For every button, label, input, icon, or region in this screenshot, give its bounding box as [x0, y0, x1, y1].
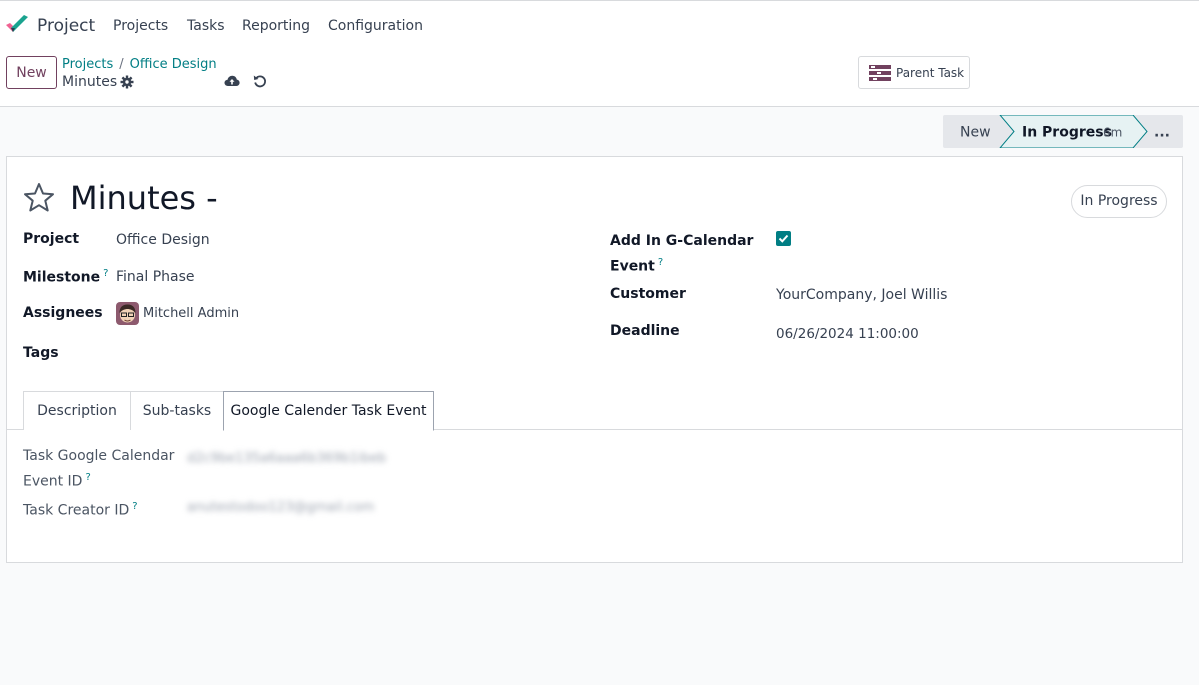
breadcrumb-office-design[interactable]: Office Design	[130, 57, 217, 72]
creator-id-label: Task Creator ID?	[23, 496, 138, 522]
tab-description[interactable]: Description	[23, 391, 131, 430]
gcal-help-icon[interactable]: ?	[658, 257, 663, 268]
tags-field[interactable]	[116, 341, 356, 365]
breadcrumb-separator: /	[119, 57, 124, 72]
milestone-field[interactable]: Final Phase	[116, 269, 195, 285]
project-field[interactable]: Office Design	[116, 232, 210, 248]
star-icon[interactable]	[23, 182, 55, 212]
milestone-help-icon[interactable]: ?	[103, 268, 108, 279]
stage-new-label: New	[960, 125, 991, 141]
creator-id-help-icon[interactable]: ?	[132, 501, 137, 512]
tab-google-calendar-event[interactable]: Google Calender Task Event	[223, 391, 434, 431]
event-id-help-icon[interactable]: ?	[85, 472, 90, 483]
customer-label: Customer	[610, 286, 686, 302]
gcal-event-label: Add In G-Calendar Event?	[610, 231, 753, 278]
tab-sub-tasks[interactable]: Sub-tasks	[130, 391, 224, 430]
nav-configuration[interactable]: Configuration	[328, 18, 423, 34]
event-id-label-line1: Task Google Calendar	[23, 448, 175, 464]
gear-icon[interactable]	[120, 75, 134, 89]
stage-in-progress[interactable]: In Progress 6m	[999, 115, 1148, 148]
task-title[interactable]: Minutes -	[70, 179, 218, 217]
event-id-label: Task Google Calendar Event ID?	[23, 446, 174, 493]
new-button[interactable]: New	[6, 56, 57, 89]
gcal-label-line2: Event	[610, 258, 655, 275]
cloud-upload-icon[interactable]	[224, 74, 240, 88]
creator-id-field[interactable]: anutestodoo123@gmail.com	[187, 500, 374, 515]
avatar	[116, 302, 139, 325]
record-name: Minutes	[62, 74, 118, 90]
nav-reporting[interactable]: Reporting	[242, 18, 310, 34]
creator-id-label-text: Task Creator ID	[23, 502, 130, 519]
parent-task-label: Parent Task	[896, 66, 965, 80]
deadline-label: Deadline	[610, 323, 680, 339]
stage-duration: 6m	[1103, 126, 1122, 140]
nav-projects[interactable]: Projects	[113, 18, 168, 34]
gcal-label-line1: Add In G-Calendar	[610, 233, 754, 249]
stage-in-progress-label: In Progress	[1022, 125, 1112, 141]
breadcrumb: Projects / Office Design	[62, 57, 217, 72]
discard-icon[interactable]	[253, 74, 267, 88]
state-badge[interactable]: In Progress	[1071, 185, 1167, 218]
breadcrumb-projects[interactable]: Projects	[62, 57, 113, 72]
customer-field[interactable]: YourCompany, Joel Willis	[776, 287, 947, 303]
assignee-name[interactable]: Mitchell Admin	[143, 306, 239, 321]
stage-more-button[interactable]: ...	[1154, 125, 1170, 141]
milestone-label-text: Milestone	[23, 269, 101, 286]
tags-label: Tags	[23, 345, 59, 361]
parent-task-button[interactable]: Parent Task	[858, 56, 970, 89]
control-panel: New Projects / Office Design Minutes Paren…	[0, 51, 1199, 107]
project-label: Project	[23, 231, 80, 247]
checkmark-icon	[778, 234, 789, 243]
stage-new[interactable]: New	[960, 125, 991, 141]
form-sheet: Minutes - In Progress Project Office Des…	[6, 156, 1183, 563]
tasks-list-icon	[869, 65, 891, 81]
event-id-field[interactable]: d2c9be135a6aaa6b369b1ibeb	[187, 451, 386, 466]
top-navbar: Project Projects Tasks Reporting Configu…	[0, 0, 1199, 51]
project-app-icon[interactable]	[5, 14, 29, 36]
gcal-event-checkbox[interactable]	[776, 231, 791, 246]
milestone-label: Milestone?	[23, 268, 108, 286]
deadline-field[interactable]: 06/26/2024 11:00:00	[776, 326, 919, 342]
stage-statusbar: New In Progress 6m ...	[943, 115, 1183, 148]
app-name[interactable]: Project	[37, 16, 95, 36]
assignees-label: Assignees	[23, 305, 103, 321]
event-id-label-line2: Event ID	[23, 473, 83, 490]
nav-tasks[interactable]: Tasks	[187, 18, 225, 34]
